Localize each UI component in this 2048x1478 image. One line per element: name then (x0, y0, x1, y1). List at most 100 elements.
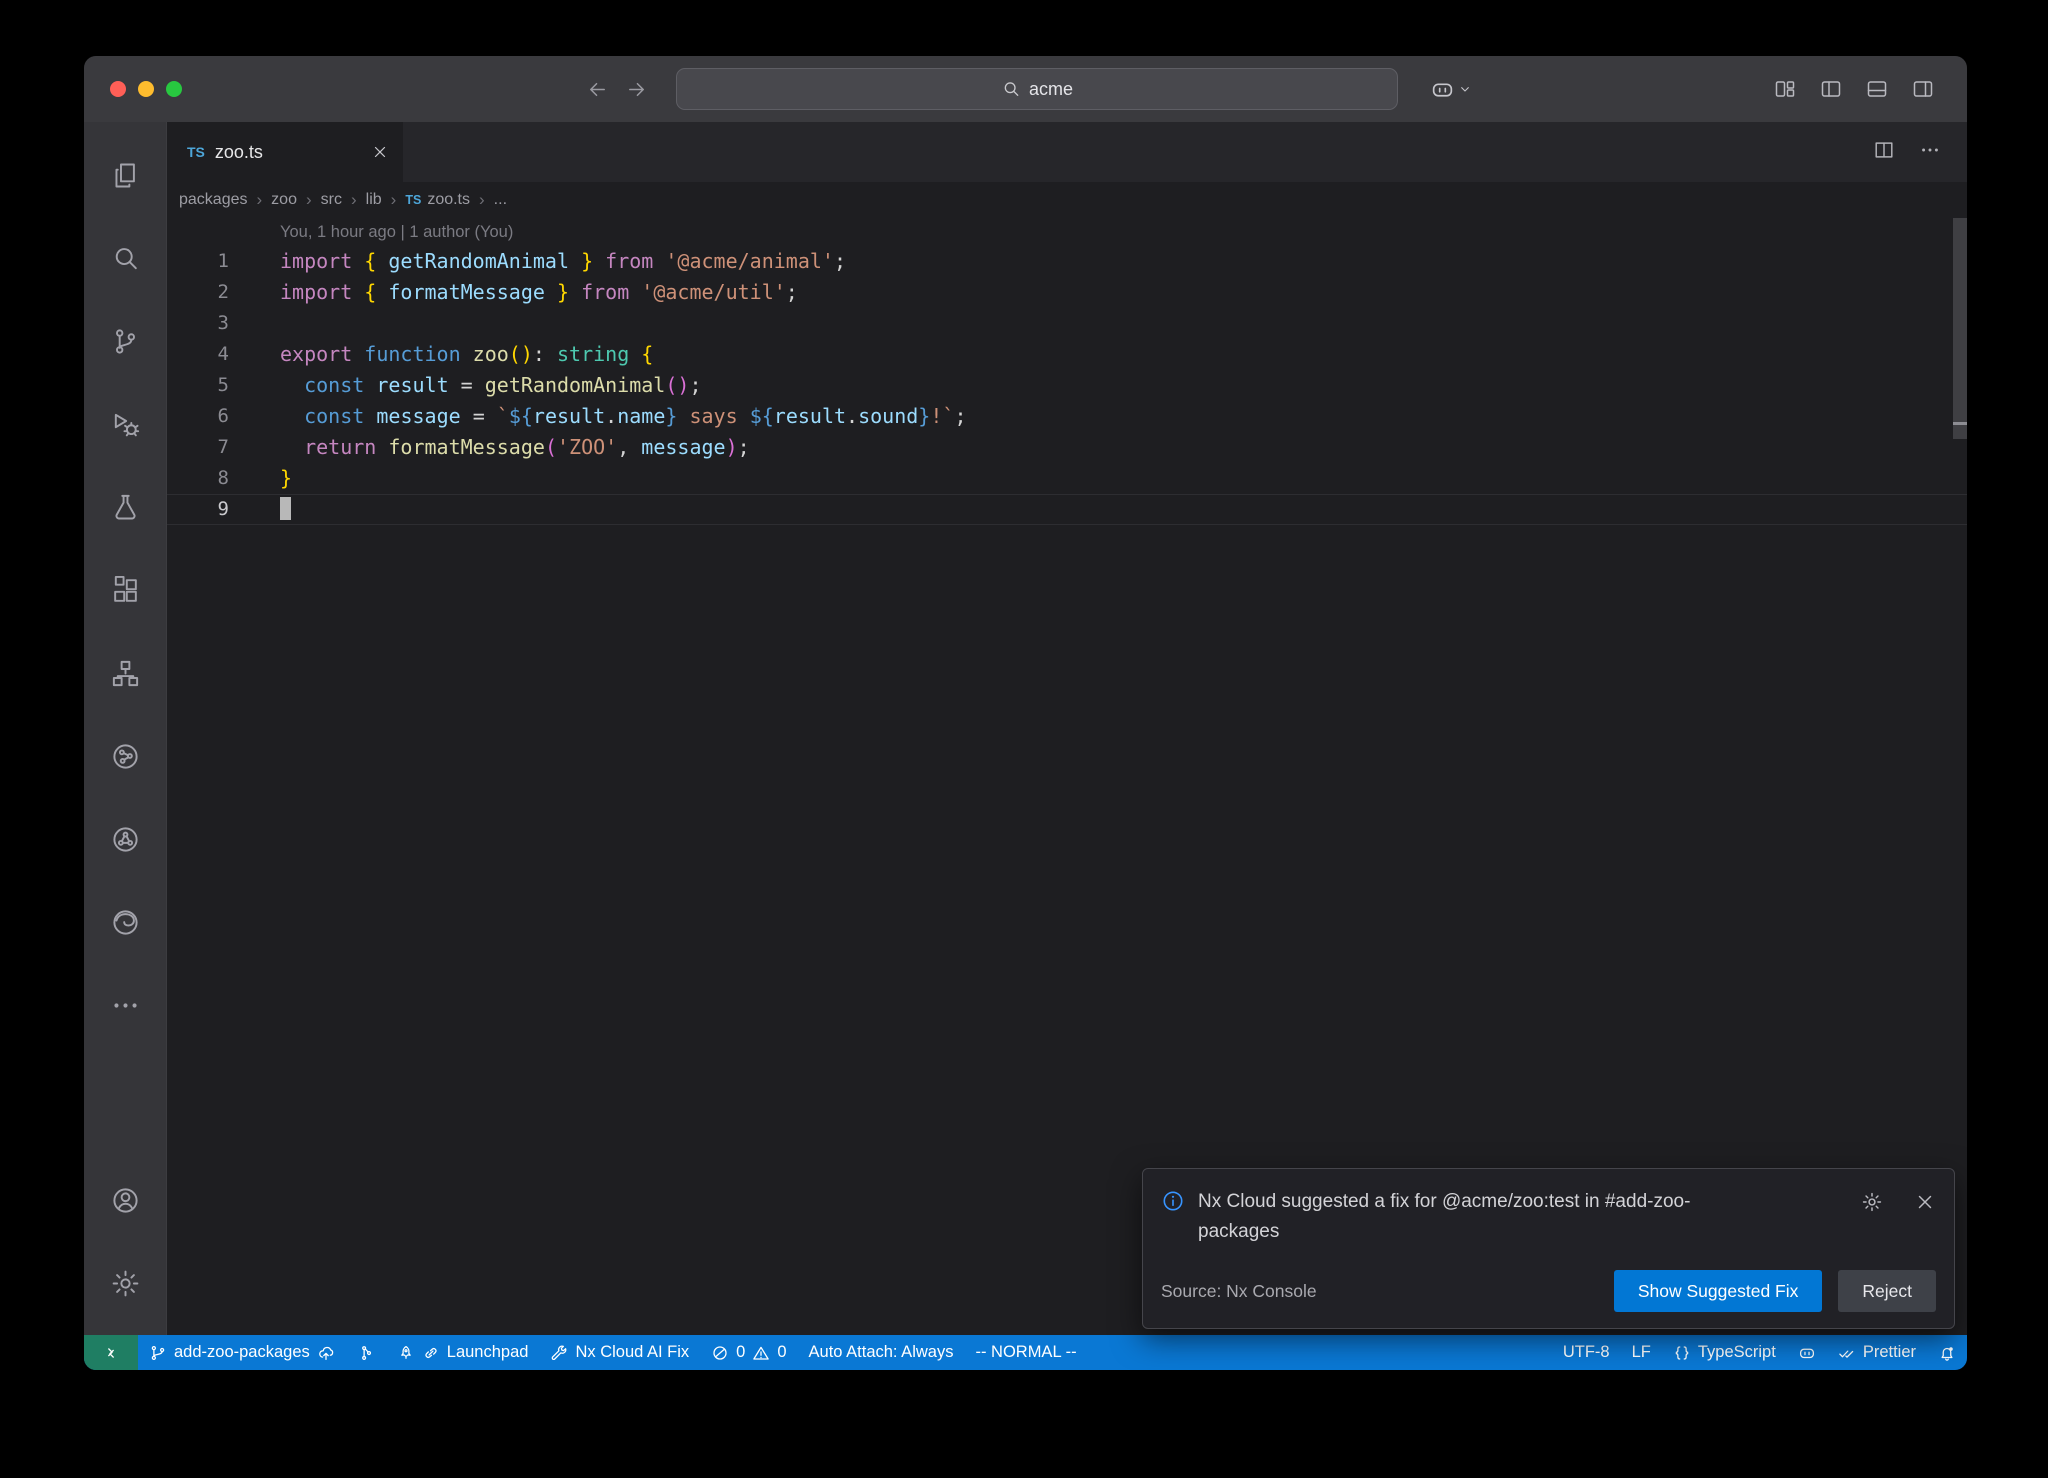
minimize-window-button[interactable] (138, 81, 154, 97)
activity-item-accounts[interactable] (84, 1159, 166, 1242)
nx-cloud-ai-fix[interactable]: Nx Cloud AI Fix (539, 1335, 700, 1370)
close-window-button[interactable] (110, 81, 126, 97)
activity-item-more[interactable] (84, 964, 166, 1047)
breadcrumb-item[interactable]: src (321, 191, 342, 209)
activity-item-explorer[interactable] (84, 134, 166, 217)
remote-icon (102, 1344, 120, 1362)
activity-item-run-and-debug[interactable] (84, 383, 166, 466)
activity-item-edge-tools[interactable] (84, 881, 166, 964)
status-bar: add-zoo-packages Launchpad Nx Cloud AI Fix… (84, 1335, 1967, 1370)
show-suggested-fix-button[interactable]: Show Suggested Fix (1614, 1270, 1823, 1312)
breadcrumb-item[interactable]: ... (494, 191, 507, 209)
editor-actions (1873, 122, 1967, 182)
source-control-graph[interactable] (346, 1335, 386, 1370)
command-center-search[interactable]: acme (676, 68, 1398, 110)
scrollbar[interactable] (1953, 218, 1967, 439)
code-line-6[interactable]: 6 const message = `${result.name} says $… (167, 401, 1967, 432)
problems[interactable]: 00 (700, 1335, 797, 1370)
activity-bar-bottom (84, 1159, 166, 1335)
edge-tools-icon (110, 907, 141, 938)
double-check-icon (1838, 1344, 1856, 1362)
nx-cloud-icon (110, 824, 141, 855)
tab-zoo-ts[interactable]: TS zoo.ts (167, 122, 403, 182)
more-actions-icon (1919, 139, 1941, 161)
copilot-menu[interactable] (1430, 77, 1473, 102)
activity-item-search[interactable] (84, 217, 166, 300)
copilot-icon (1430, 77, 1455, 102)
desktop: acme TS zoo.ts packages›zoo›src (0, 0, 2048, 1478)
toggle-secondary-sidebar-icon[interactable] (1911, 77, 1935, 101)
breadcrumb: packages›zoo›src›lib›TSzoo.ts›... (167, 182, 1967, 218)
code-line-1[interactable]: 1import { getRandomAnimal } from '@acme/… (167, 246, 1967, 277)
code-line-7[interactable]: 7 return formatMessage('ZOO', message); (167, 432, 1967, 463)
launchpad[interactable]: Launchpad (386, 1335, 540, 1370)
titlebar-nav (586, 78, 648, 101)
bell-dot-icon (1938, 1344, 1956, 1362)
split-editor-button[interactable] (1873, 139, 1895, 166)
notifications[interactable] (1927, 1335, 1967, 1370)
auto-attach-label: Auto Attach: Always (809, 1343, 954, 1362)
nx-cloud-ai-fix-label: Nx Cloud AI Fix (575, 1343, 689, 1362)
eol[interactable]: LF (1621, 1335, 1662, 1370)
project-graph-icon (110, 658, 141, 689)
line-number: 1 (167, 246, 229, 277)
rocket-icon (397, 1344, 415, 1362)
chevron-right-icon: › (479, 190, 485, 210)
line-number: 7 (167, 432, 229, 463)
code-line-5[interactable]: 5 const result = getRandomAnimal(); (167, 370, 1967, 401)
code-line-9[interactable]: 9 (167, 494, 1967, 525)
tab-label: zoo.ts (215, 142, 263, 163)
more-actions-button[interactable] (1919, 139, 1941, 166)
code-lines: 1import { getRandomAnimal } from '@acme/… (167, 246, 1967, 525)
testing-icon (110, 492, 141, 523)
copilot-status[interactable] (1787, 1335, 1827, 1370)
remote-indicator[interactable] (84, 1335, 138, 1370)
code-line-3[interactable]: 3 (167, 308, 1967, 339)
vscode-window: acme TS zoo.ts packages›zoo›src (84, 56, 1967, 1370)
activity-item-testing[interactable] (84, 466, 166, 549)
git-branch[interactable]: add-zoo-packages (138, 1335, 346, 1370)
toggle-panel-icon[interactable] (1865, 77, 1889, 101)
breadcrumb-item[interactable]: zoo (271, 191, 297, 209)
toggle-primary-sidebar-icon[interactable] (1819, 77, 1843, 101)
customize-layout-icon[interactable] (1773, 77, 1797, 101)
reject-button[interactable]: Reject (1838, 1270, 1936, 1312)
notification-settings-button[interactable] (1861, 1191, 1883, 1213)
code-line-8[interactable]: 8} (167, 463, 1967, 494)
activity-item-nx-console[interactable] (84, 715, 166, 798)
activity-item-source-control[interactable] (84, 300, 166, 383)
activity-item-settings[interactable] (84, 1242, 166, 1325)
breadcrumb-item[interactable]: packages (179, 191, 248, 209)
activity-item-nx-cloud[interactable] (84, 798, 166, 881)
nav-back-icon[interactable] (586, 78, 609, 101)
close-tab-button[interactable] (371, 143, 389, 161)
code-line-2[interactable]: 2import { formatMessage } from '@acme/ut… (167, 277, 1967, 308)
formatter[interactable]: Prettier (1827, 1335, 1927, 1370)
commit-graph-icon (357, 1344, 375, 1362)
activity-bar (84, 122, 167, 1335)
line-number: 5 (167, 370, 229, 401)
error-icon (711, 1344, 729, 1362)
language-mode[interactable]: TypeScript (1662, 1335, 1787, 1370)
close-icon (371, 143, 389, 161)
nav-forward-icon[interactable] (625, 78, 648, 101)
breadcrumb-item[interactable]: lib (366, 191, 382, 209)
code-line-4[interactable]: 4export function zoo(): string { (167, 339, 1967, 370)
accounts-icon (110, 1185, 141, 1216)
auto-attach[interactable]: Auto Attach: Always (798, 1335, 965, 1370)
encoding[interactable]: UTF-8 (1552, 1335, 1621, 1370)
language-mode-label: TypeScript (1698, 1343, 1776, 1362)
vim-mode[interactable]: -- NORMAL -- (964, 1335, 1087, 1370)
titlebar[interactable]: acme (84, 56, 1967, 122)
activity-item-project-graph[interactable] (84, 632, 166, 715)
breadcrumb-file[interactable]: TSzoo.ts (405, 191, 470, 209)
zoom-window-button[interactable] (166, 81, 182, 97)
vim-mode-label: -- NORMAL -- (975, 1343, 1076, 1362)
info-icon (1161, 1189, 1185, 1213)
line-number: 2 (167, 277, 229, 308)
notification-close-button[interactable] (1914, 1191, 1936, 1213)
explorer-icon (110, 160, 141, 191)
line-number: 9 (167, 494, 229, 525)
info-slot (1161, 1189, 1185, 1213)
activity-item-extensions[interactable] (84, 549, 166, 632)
